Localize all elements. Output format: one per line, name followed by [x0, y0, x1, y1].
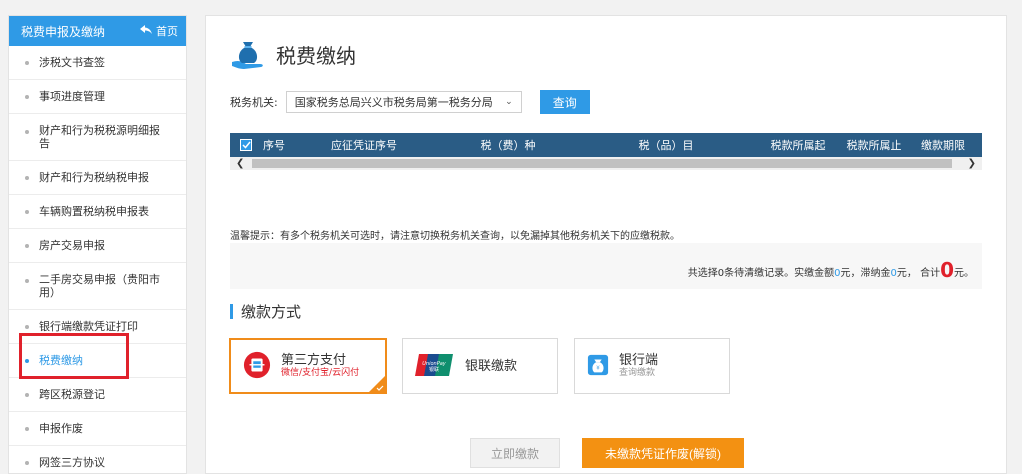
bank-payment-card[interactable]: ¥ 银行端 查询缴款: [574, 338, 730, 394]
sidebar-item-property-tax-declare[interactable]: 财产和行为税纳税申报: [9, 161, 186, 195]
sidebar-item-label: 车辆购置税纳税申报表: [39, 205, 149, 218]
unionpay-label: 银联缴款: [465, 358, 518, 374]
page-title: 税费缴纳: [230, 38, 356, 70]
sidebar-item-vehicle-tax[interactable]: 车辆购置税纳税申报表: [9, 195, 186, 229]
query-button[interactable]: 查询: [539, 90, 590, 114]
pay-now-button[interactable]: 立即缴款: [470, 438, 560, 468]
back-arrow-icon: [140, 24, 152, 38]
section-bar: [230, 304, 233, 319]
horizontal-scrollbar[interactable]: ❮ ❯: [230, 157, 982, 170]
bullet-icon: [25, 358, 29, 363]
sidebar-item-label: 税费缴纳: [39, 354, 83, 367]
money-bag-icon: [230, 38, 268, 70]
column-header: 缴款期限: [921, 139, 965, 152]
bullet-icon: [25, 279, 29, 283]
scroll-right-icon[interactable]: ❯: [968, 158, 976, 169]
sidebar-item-progress[interactable]: 事项进度管理: [9, 80, 186, 114]
scrollbar-thumb[interactable]: [252, 159, 952, 168]
total-amount: 0: [940, 258, 954, 282]
sidebar-title: 税费申报及缴纳: [21, 24, 106, 39]
scan-pay-icon: [243, 351, 271, 382]
sidebar-item-label: 银行端缴款凭证打印: [39, 320, 138, 333]
scroll-left-icon[interactable]: ❮: [236, 158, 244, 169]
column-header: 税款所属止: [846, 139, 902, 152]
table-header: 序号 应征凭证序号 税（费）种 税（品）目 税款所属起 税款所属止 缴款期限: [230, 133, 982, 157]
sidebar-item-declare-void[interactable]: 申报作废: [9, 412, 186, 446]
sidebar-item-label: 申报作废: [39, 422, 83, 435]
bullet-icon: [25, 426, 29, 431]
bullet-icon: [25, 209, 29, 214]
third-party-sub: 微信/支付宝/云闪付: [281, 368, 360, 378]
home-label: 首页: [156, 25, 178, 38]
sidebar: 税费申报及缴纳 首页 涉税文书查签 事项进度管理 财产和行为税税源明细报告 财产…: [8, 15, 187, 474]
sidebar-item-label: 二手房交易申报（贵阳市用）: [39, 273, 160, 299]
sidebar-item-bank-voucher-print[interactable]: 银行端缴款凭证打印: [9, 310, 186, 344]
payment-summary: 共选择0条待清缴记录。实缴金额 0 元，滞纳金 0 元， 合计 0 元。: [230, 243, 982, 289]
payment-section-title-text: 缴款方式: [241, 303, 302, 321]
bullet-icon: [25, 94, 29, 99]
sidebar-item-label: 财产和行为税税源明细报告: [39, 124, 160, 150]
sidebar-item-second-hand-house[interactable]: 二手房交易申报（贵阳市用）: [9, 263, 186, 310]
svg-text:银联: 银联: [429, 366, 439, 373]
sidebar-item-document-check[interactable]: 涉税文书查签: [9, 46, 186, 80]
summary-prefix: 共选择0条待清缴记录。实缴金额: [687, 268, 835, 279]
sidebar-item-label: 财产和行为税纳税申报: [39, 171, 149, 184]
third-party-label: 第三方支付: [281, 353, 347, 368]
unionpay-payment-card[interactable]: UnionPay 银联 银联缴款: [402, 338, 558, 394]
selected-check-icon: [376, 385, 384, 391]
bullet-icon: [25, 392, 29, 397]
column-header: 税（品）目: [638, 139, 694, 152]
home-link[interactable]: 首页: [140, 23, 178, 39]
bullet-icon: [25, 243, 29, 248]
column-header: 应征凭证序号: [331, 139, 397, 152]
sidebar-item-real-estate[interactable]: 房产交易申报: [9, 229, 186, 263]
bullet-icon: [25, 130, 29, 134]
chevron-down-icon: ⌄: [505, 97, 513, 107]
sidebar-item-label: 事项进度管理: [39, 90, 105, 103]
sidebar-item-tripartite[interactable]: 网签三方协议: [9, 446, 186, 473]
check-icon: [241, 141, 251, 149]
summary-mid2: 元， 合计: [896, 268, 941, 279]
summary-mid1: 元，滞纳金: [840, 268, 891, 279]
void-voucher-button[interactable]: 未缴款凭证作废(解锁): [582, 438, 744, 468]
sidebar-header: 税费申报及缴纳 首页: [9, 16, 186, 46]
tax-office-select[interactable]: 国家税务总局兴义市税务局第一税务分局 ⌄: [285, 91, 522, 113]
select-all-checkbox[interactable]: [240, 139, 252, 151]
sidebar-item-label: 网签三方协议: [39, 456, 105, 469]
unionpay-logo-icon: UnionPay 银联: [415, 352, 455, 381]
sidebar-item-label: 涉税文书查签: [39, 56, 105, 69]
sidebar-item-cross-region[interactable]: 跨区税源登记: [9, 378, 186, 412]
bullet-icon: [25, 175, 29, 180]
bank-icon: ¥: [587, 354, 609, 379]
column-header: 税（费）种: [480, 139, 536, 152]
bullet-icon: [25, 324, 29, 329]
bank-label: 银行端: [619, 353, 659, 368]
payment-section-title: 缴款方式: [230, 301, 301, 322]
main-panel: 税费缴纳 税务机关: 国家税务总局兴义市税务局第一税务分局 ⌄ 查询 序号 应征…: [205, 15, 1007, 474]
column-header: 序号: [263, 139, 285, 152]
sidebar-item-tax-source-report[interactable]: 财产和行为税税源明细报告: [9, 114, 186, 161]
tax-office-label: 税务机关:: [230, 96, 278, 109]
tax-table: 序号 应征凭证序号 税（费）种 税（品）目 税款所属起 税款所属止 缴款期限 ❮…: [230, 133, 982, 170]
sidebar-item-label: 房产交易申报: [39, 239, 105, 252]
tax-office-row: 税务机关: 国家税务总局兴义市税务局第一税务分局 ⌄ 查询: [230, 90, 590, 114]
tip-text: 温馨提示：有多个税务机关可选时，请注意切换税务机关查询，以免漏掉其他税务机关下的…: [230, 231, 680, 242]
bullet-icon: [25, 460, 29, 465]
bank-sub: 查询缴款: [619, 368, 656, 378]
column-header: 税款所属起: [770, 139, 826, 152]
svg-text:¥: ¥: [596, 365, 600, 371]
page-title-text: 税费缴纳: [276, 43, 356, 68]
sidebar-menu: 涉税文书查签 事项进度管理 财产和行为税税源明细报告 财产和行为税纳税申报 车辆…: [9, 46, 186, 473]
summary-suffix: 元。: [954, 268, 974, 279]
sidebar-item-label: 跨区税源登记: [39, 388, 105, 401]
tax-office-value: 国家税务总局兴义市税务局第一税务分局: [294, 96, 493, 109]
bullet-icon: [25, 60, 29, 65]
third-party-payment-card[interactable]: 第三方支付 微信/支付宝/云闪付: [229, 338, 387, 394]
sidebar-item-tax-payment[interactable]: 税费缴纳: [9, 344, 186, 378]
